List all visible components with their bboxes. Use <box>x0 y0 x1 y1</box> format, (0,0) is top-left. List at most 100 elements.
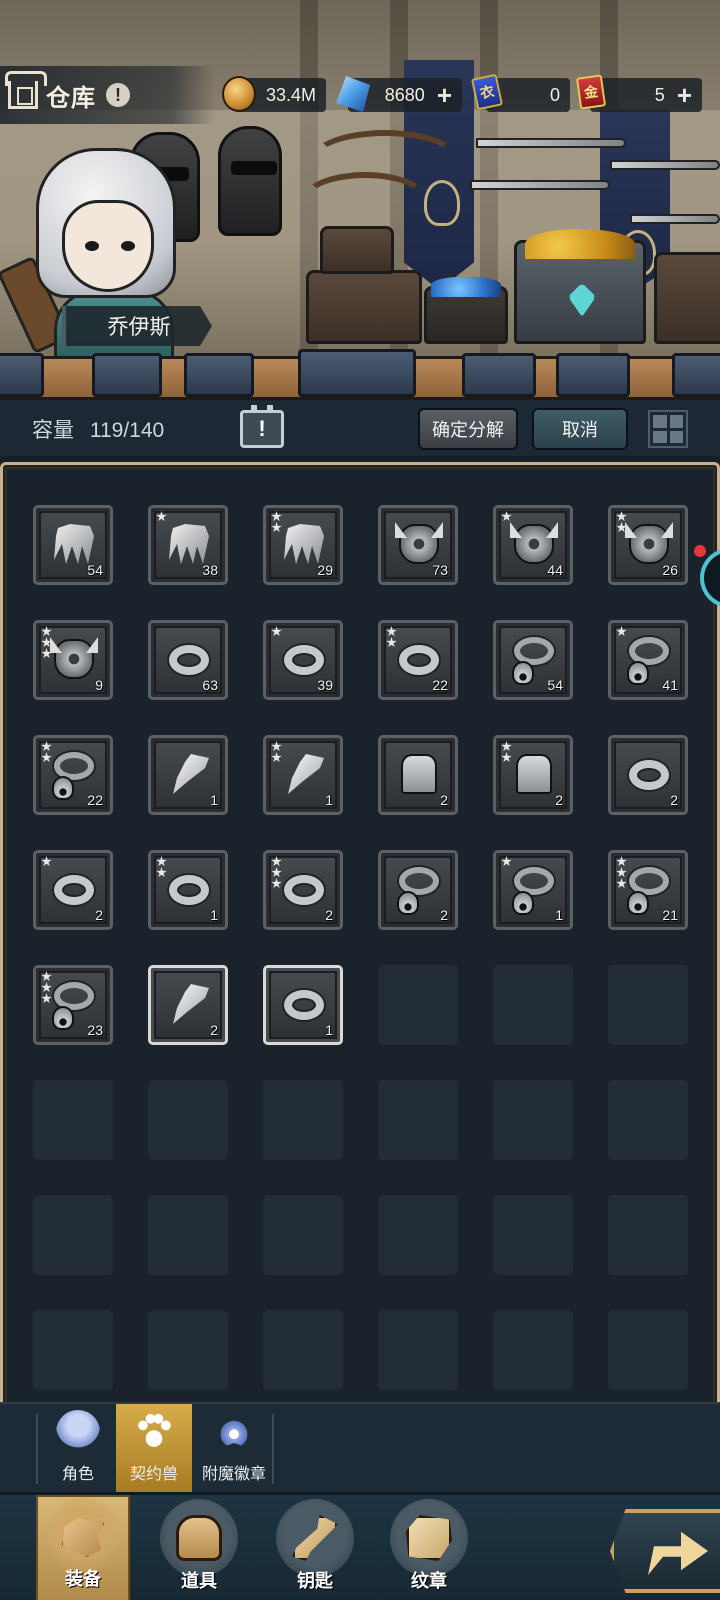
inventory-item-slot[interactable]: 2 <box>263 850 343 930</box>
inventory-item-slot[interactable]: 41 <box>608 620 688 700</box>
star-icon <box>41 741 52 752</box>
empty-slot[interactable] <box>608 1080 688 1160</box>
empty-slot[interactable] <box>378 1310 458 1390</box>
empty-slot[interactable] <box>263 1080 343 1160</box>
inventory-item-slot[interactable]: 2 <box>378 735 458 815</box>
star-icon <box>386 626 397 637</box>
shelf <box>0 349 720 400</box>
nav-tab-emblem[interactable]: 纹章 <box>382 1495 476 1600</box>
nav-label: 装备 <box>65 1569 101 1589</box>
inventory-item-slot[interactable]: 39 <box>263 620 343 700</box>
nav-label: 道具 <box>181 1571 217 1591</box>
scene-treasure-chest <box>514 229 646 344</box>
empty-slot[interactable] <box>378 1195 458 1275</box>
grid-cell <box>669 430 683 443</box>
next-arrow-button[interactable] <box>610 1509 720 1593</box>
red-ticket-add-button[interactable]: + <box>677 82 692 108</box>
inventory-item-slot[interactable]: 54 <box>33 505 113 585</box>
crystal-counter: 8680 + <box>336 76 462 112</box>
category-tab-character[interactable]: 角色 <box>40 1404 116 1492</box>
grid-view-icon[interactable] <box>648 410 688 448</box>
empty-slot[interactable] <box>33 1080 113 1160</box>
star-icon <box>616 878 627 889</box>
inventory-item-slot[interactable]: 23 <box>33 965 113 1045</box>
inventory-item-slot[interactable]: 21 <box>608 850 688 930</box>
item-quantity: 63 <box>202 677 218 693</box>
empty-slot[interactable] <box>263 1310 343 1390</box>
inventory-item-slot[interactable]: 1 <box>493 850 573 930</box>
warehouse-icon <box>5 71 47 109</box>
cancel-button[interactable]: 取消 <box>532 408 628 450</box>
inventory-item-slot[interactable]: 29 <box>263 505 343 585</box>
collar-icon <box>397 867 439 915</box>
empty-slot[interactable] <box>493 1080 573 1160</box>
empty-slot[interactable] <box>493 1195 573 1275</box>
inventory-item-slot[interactable]: 1 <box>263 735 343 815</box>
empty-slot[interactable] <box>33 1310 113 1390</box>
inventory-item-slot[interactable]: 9 <box>33 620 113 700</box>
inventory-item-slot[interactable]: 44 <box>493 505 573 585</box>
item-quantity: 39 <box>317 677 333 693</box>
empty-slot[interactable] <box>33 1195 113 1275</box>
star-rating <box>156 511 167 522</box>
inventory-item-slot[interactable]: 2 <box>33 850 113 930</box>
category-tab-enchant-badge[interactable]: 附魔徽章 <box>194 1404 274 1492</box>
info-icon[interactable]: ! <box>106 83 130 107</box>
sort-calendar-icon[interactable]: ! <box>240 405 284 448</box>
inventory-item-slot[interactable]: 2 <box>378 850 458 930</box>
shelf-block <box>672 353 720 397</box>
empty-slot[interactable] <box>378 965 458 1045</box>
nav-tab-items[interactable]: 道具 <box>152 1495 246 1600</box>
scene-chest <box>306 270 422 344</box>
empty-slot[interactable] <box>148 1310 228 1390</box>
inventory-item-slot[interactable]: 22 <box>33 735 113 815</box>
star-rating <box>271 511 282 533</box>
confirm-dismantle-button[interactable]: 确定分解 <box>418 408 518 450</box>
blue-ticket-value: 0 <box>549 84 560 105</box>
star-rating <box>41 741 52 763</box>
category-tab-pet[interactable]: 契约兽 <box>116 1404 192 1492</box>
inventory-item-slot[interactable]: 73 <box>378 505 458 585</box>
scene-chest <box>424 277 508 344</box>
shelf-block <box>0 353 44 397</box>
item-quantity: 2 <box>555 792 563 808</box>
inventory-item-slot[interactable]: 38 <box>148 505 228 585</box>
star-icon <box>156 867 167 878</box>
inventory-item-slot[interactable]: 1 <box>263 965 343 1045</box>
inventory-item-slot[interactable]: 2 <box>493 735 573 815</box>
empty-slot[interactable] <box>608 965 688 1045</box>
top-bar: 仓库 ! 33.4M 8680 + 衣 0 金 5 + <box>0 66 720 124</box>
category-label: 角色 <box>61 1466 94 1483</box>
empty-slot[interactable] <box>263 1195 343 1275</box>
boot-icon <box>401 754 437 794</box>
badge-icon <box>212 1410 256 1450</box>
nav-label: 纹章 <box>411 1571 447 1591</box>
inventory-panel: 54 38 29 73 44 26 9 63 39 22 54 41 22 1 1 2 2 2 2 1 2 2 1 21 23 2… <box>0 462 720 1402</box>
red-ticket-icon: 金 <box>575 74 607 110</box>
emblem-icon <box>390 1499 468 1577</box>
inventory-item-slot[interactable]: 63 <box>148 620 228 700</box>
star-icon <box>271 626 282 637</box>
inventory-item-slot[interactable]: 2 <box>608 735 688 815</box>
star-icon <box>616 626 627 637</box>
inventory-item-slot[interactable]: 22 <box>378 620 458 700</box>
empty-slot[interactable] <box>608 1310 688 1390</box>
ring-icon <box>169 875 209 905</box>
inventory-item-slot[interactable]: 26 <box>608 505 688 585</box>
inventory-item-slot[interactable]: 54 <box>493 620 573 700</box>
star-icon <box>41 982 52 993</box>
empty-slot[interactable] <box>493 1310 573 1390</box>
inventory-item-slot[interactable]: 1 <box>148 735 228 815</box>
empty-slot[interactable] <box>493 965 573 1045</box>
empty-slot[interactable] <box>378 1080 458 1160</box>
inventory-item-slot[interactable]: 1 <box>148 850 228 930</box>
nav-tab-keys[interactable]: 钥匙 <box>268 1495 362 1600</box>
empty-slot[interactable] <box>148 1080 228 1160</box>
nav-tab-equipment[interactable]: 装备 <box>36 1495 130 1600</box>
empty-slot[interactable] <box>608 1195 688 1275</box>
inventory-item-slot[interactable]: 2 <box>148 965 228 1045</box>
star-icon <box>271 522 282 533</box>
empty-slot[interactable] <box>148 1195 228 1275</box>
item-quantity: 2 <box>440 792 448 808</box>
crystal-add-button[interactable]: + <box>437 82 452 108</box>
